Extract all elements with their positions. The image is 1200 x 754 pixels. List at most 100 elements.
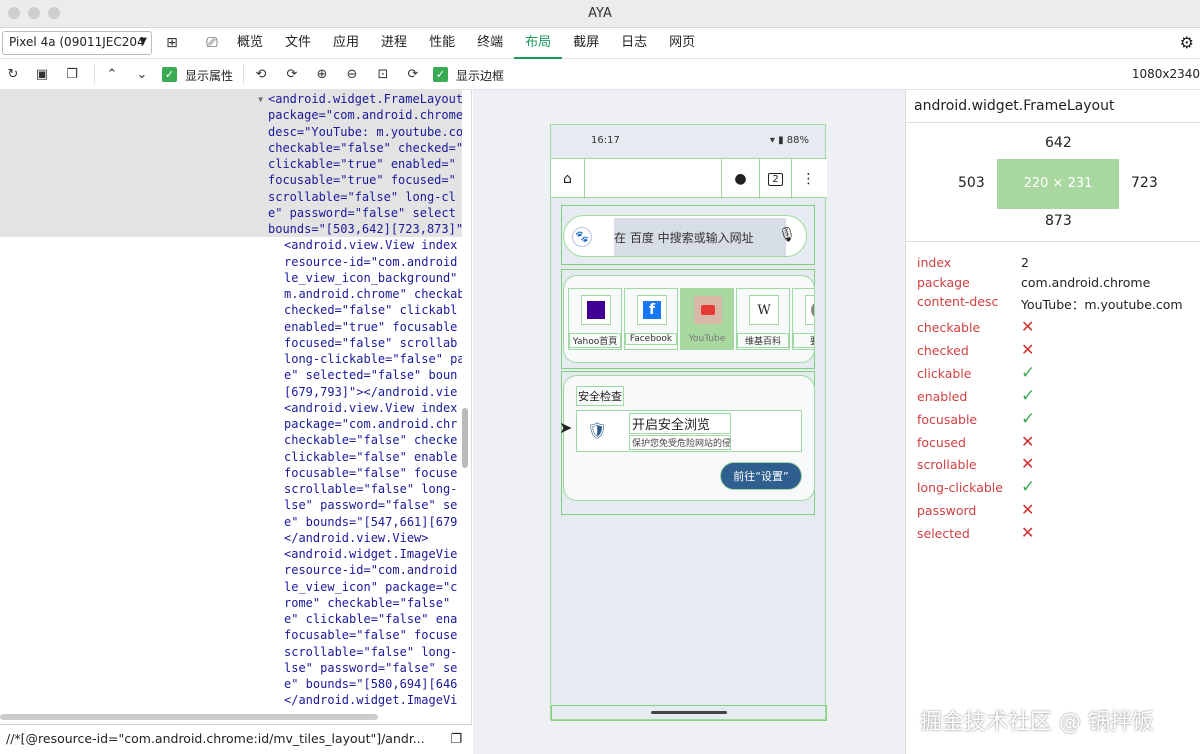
zoom-in-icon[interactable]: ⊕ <box>313 65 331 83</box>
xml-line[interactable]: resource-id="com.android <box>0 254 462 270</box>
xml-line[interactable]: checkable="false" checke <box>0 432 462 448</box>
zoom-out-icon[interactable]: ⊖ <box>343 65 361 83</box>
xml-tree-panel[interactable]: <android.widget.FrameLayout ▾ package="com… <box>0 90 472 724</box>
tab-overview[interactable]: 概览 <box>226 28 274 59</box>
xml-line[interactable]: long-clickable="false" pa <box>0 351 462 367</box>
save-icon[interactable]: ▣ <box>33 65 51 83</box>
xml-line[interactable]: <android.view.View index <box>0 400 462 416</box>
tile-news[interactable]: 要聞 <box>792 288 814 350</box>
xml-line[interactable]: scrollable="false" long- <box>0 481 462 497</box>
xml-line[interactable]: e" bounds="[547,661][679 <box>0 514 462 530</box>
tab-switcher-button[interactable]: 2 <box>759 159 791 199</box>
expand-caret-icon[interactable]: ▾ <box>257 91 264 107</box>
xml-line[interactable]: m.android.chrome" checkab <box>0 286 462 302</box>
tile-youtube[interactable]: YouTube <box>680 288 734 350</box>
tab-screenshot[interactable]: 截屏 <box>562 28 610 59</box>
expand-icon[interactable]: ⌃ <box>103 65 121 83</box>
copy-icon[interactable]: ❐ <box>63 65 81 83</box>
xml-line[interactable]: e" clickable="false" ena <box>0 611 462 627</box>
xml-line[interactable]: bounds="[503,642][723,873]" <box>0 221 462 237</box>
more-menu-icon[interactable]: ⋮ <box>791 159 825 199</box>
rotate-right-icon[interactable]: ⟳ <box>283 65 301 83</box>
xml-line[interactable]: focused="false" scrollab <box>0 335 462 351</box>
check-icon: ✓ <box>1021 385 1036 406</box>
xml-line[interactable]: e" selected="false" boun <box>0 367 462 383</box>
xml-line[interactable]: focusable="false" focuse <box>0 627 462 643</box>
xml-line[interactable]: scrollable="false" long-cl <box>0 189 462 205</box>
xml-line[interactable]: enabled="true" focusable <box>0 319 462 335</box>
rotate-left-icon[interactable]: ⟲ <box>252 65 270 83</box>
tab-processes[interactable]: 进程 <box>370 28 418 59</box>
xml-line[interactable]: package="com.android.chr <box>0 416 462 432</box>
attr-key-password: password <box>917 503 977 519</box>
xml-line[interactable]: <android.view.View index <box>0 237 462 253</box>
xml-line[interactable]: resource-id="com.android <box>0 562 462 578</box>
xml-line[interactable]: </android.widget.ImageVi <box>0 692 462 708</box>
xml-line[interactable]: package="com.android.chrome <box>0 107 462 123</box>
collapse-icon[interactable]: ⌄ <box>133 65 151 83</box>
grid-view-icon[interactable]: ⊞ <box>163 34 181 52</box>
gear-icon[interactable]: ⚙ <box>1180 33 1194 52</box>
attr-key-focused: focused <box>917 434 966 450</box>
status-time: 16:17 <box>591 135 620 146</box>
xml-line[interactable]: clickable="false" enable <box>0 449 462 465</box>
xml-line[interactable]: focusable="false" focuse <box>0 465 462 481</box>
xml-line[interactable]: e" password="false" select <box>0 205 462 221</box>
xml-line[interactable]: le_view_icon_background" <box>0 270 462 286</box>
xml-line[interactable]: le_view_icon" package="c <box>0 579 462 595</box>
attr-value-content-desc: YouTube：m.youtube.com <box>1021 297 1183 312</box>
xml-line[interactable]: </android.view.View> <box>0 530 462 546</box>
attr-value-index: 2 <box>1021 255 1029 270</box>
xpath-bar[interactable]: //*[@resource-id="com.android.chrome:id/… <box>0 724 472 754</box>
reset-icon[interactable]: ⟳ <box>404 65 422 83</box>
tab-apps[interactable]: 应用 <box>322 28 370 59</box>
vertical-scrollbar[interactable] <box>462 408 468 468</box>
search-box[interactable]: 🐾 在 百度 中搜索或输入网址 🎙 <box>563 215 807 257</box>
search-placeholder: 在 百度 中搜索或输入网址 <box>614 231 754 245</box>
fit-screen-icon[interactable]: ⊡ <box>374 65 392 83</box>
tab-files[interactable]: 文件 <box>274 28 322 59</box>
device-select[interactable]: Pixel 4a (09011JEC204 ▼ <box>2 31 152 55</box>
show-border-label: 显示边框 <box>456 69 505 83</box>
copy-icon[interactable]: ❐ <box>450 732 462 747</box>
xml-line[interactable]: [679,793]"></android.vie <box>0 384 462 400</box>
tab-layout[interactable]: 布局 <box>514 28 563 59</box>
cast-screen-icon[interactable]: ⎚ <box>203 34 221 52</box>
xml-source[interactable]: <android.widget.FrameLayout ▾ package="com… <box>0 91 462 709</box>
tab-web[interactable]: 网页 <box>658 28 706 59</box>
safe-browsing-heading: 开启安全浏览 <box>629 413 731 434</box>
xml-line[interactable]: <android.widget.ImageVie <box>0 546 462 562</box>
xml-line[interactable]: e" bounds="[580,694][646 <box>0 676 462 692</box>
xml-line[interactable]: <android.widget.FrameLayout ▾ <box>0 91 462 107</box>
xml-line[interactable]: desc="YouTube: m.youtube.co <box>0 124 462 140</box>
xml-line[interactable]: lse" password="false" se <box>0 497 462 513</box>
xml-line[interactable]: scrollable="false" long- <box>0 644 462 660</box>
xml-line[interactable]: checkable="false" checked=" <box>0 140 462 156</box>
xml-line[interactable]: checked="false" clickabl <box>0 302 462 318</box>
tab-performance[interactable]: 性能 <box>418 28 466 59</box>
bounds-right: 723 <box>1131 175 1158 191</box>
attr-key-content-desc: content-desc <box>917 294 999 309</box>
tab-terminal[interactable]: 终端 <box>466 28 514 59</box>
tab-logs[interactable]: 日志 <box>610 28 658 59</box>
tile-facebook[interactable]: f Facebook <box>624 288 678 350</box>
tile-wikipedia[interactable]: W 维基百科 <box>736 288 790 350</box>
microphone-icon[interactable]: 🎙 <box>778 227 796 243</box>
xml-line[interactable]: clickable="true" enabled=" <box>0 156 462 172</box>
gesture-nav-bar[interactable] <box>651 711 727 714</box>
xml-line[interactable]: lse" password="false" se <box>0 660 462 676</box>
avatar[interactable]: ● <box>721 159 759 199</box>
xml-line[interactable]: rome" checkable="false" <box>0 595 462 611</box>
show-border-checkbox[interactable]: ✓ <box>433 67 448 82</box>
title-bar: AYA <box>0 0 1200 28</box>
home-icon[interactable]: ⌂ <box>551 159 585 199</box>
show-attrs-checkbox[interactable]: ✓ <box>162 67 177 82</box>
phone-screen[interactable]: 16:17 ▾ ▮ 88% ⌂ ● 2 ⋮ 🐾 在 百度 中搜索或输入网址 🎙 … <box>550 124 827 721</box>
xml-line[interactable]: focusable="true" focused=" <box>0 172 462 188</box>
tile-yahoo[interactable]: Yahoo首頁 <box>568 288 622 350</box>
go-to-settings-button[interactable]: 前往“设置” <box>720 462 802 490</box>
horizontal-scrollbar[interactable] <box>0 714 378 720</box>
safe-browsing-row[interactable]: 🛡 开启安全浏览 保护您免受危险网站的侵害 <box>576 410 802 452</box>
refresh-icon[interactable]: ↻ <box>4 65 22 83</box>
attr-key-focusable: focusable <box>917 411 978 427</box>
